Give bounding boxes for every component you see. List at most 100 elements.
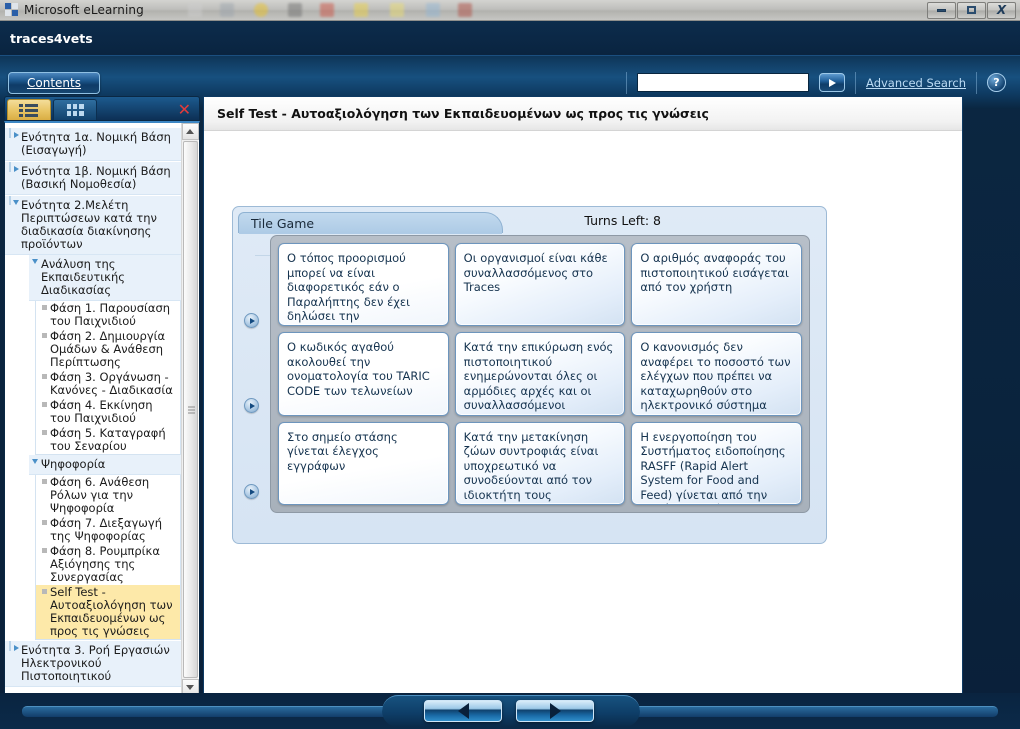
bullet-icon: [41, 430, 47, 435]
sidebar-item-label: Ενότητα 1β. Νομική Βάση (Βασική Νομοθεσί…: [21, 164, 171, 191]
grid-view-icon: [66, 104, 84, 116]
game-tile-1[interactable]: Ο τόπος προορισμού μπορεί να είναι διαφο…: [278, 243, 449, 327]
sidebar-item-13[interactable]: Φάση 8. Ρουμπρίκα Αξιόγησης της Συνεργασ…: [36, 544, 180, 585]
sidebar-item-label: Ψηφοφορία: [41, 457, 106, 471]
game-tile-text: Στο σημείο στάσης γίνεται έλεγχος εγγράφ…: [287, 429, 398, 473]
tree-marker: [38, 301, 50, 310]
tab-list-view[interactable]: [7, 99, 51, 120]
minimize-button[interactable]: [927, 1, 956, 19]
contents-button[interactable]: Contents: [8, 71, 100, 94]
game-tile-8[interactable]: Κατά την μετακίνηση ζώων συντροφιάς είνα…: [454, 421, 626, 505]
game-tile-2[interactable]: Οι οργανισμοί είναι κάθε συναλλασσόμενος…: [454, 243, 626, 327]
sidebar-item-1[interactable]: Ενότητα 1α. Νομική Βάση (Εισαγωγή): [5, 127, 181, 161]
advanced-search-link[interactable]: Advanced Search: [866, 76, 966, 90]
game-tile-5[interactable]: Κατά την επικύρωση ενός πιστοποιητικού ε…: [454, 332, 626, 416]
tree-marker: [38, 475, 50, 484]
game-tile-text: Ο τόπος προορισμού μπορεί να είναι διαφο…: [287, 251, 411, 325]
page-title: Self Test - Αυτοαξιολόγηση των Εκπαιδευο…: [217, 106, 709, 121]
nav-tab-strip: ✕: [4, 96, 200, 121]
sidebar-item-label: Self Test - Αυτοαξιολόγηση των Εκπαιδευο…: [50, 585, 173, 638]
play-arrow-icon: [828, 78, 836, 87]
toolbar-divider-2: [855, 71, 857, 94]
tree-marker: [9, 128, 21, 138]
content-body: Tile Game Turns Left: 8 Ο τόπος προορισμ…: [204, 131, 962, 711]
sidebar-item-8[interactable]: Φάση 4. Εκκίνηση του Παιχνιδιού: [36, 398, 180, 426]
sidebar-item-9[interactable]: Φάση 5. Καταγραφή του Σεναρίου: [36, 426, 180, 454]
sidebar-item-6[interactable]: Φάση 2. Δημιουργία Ομάδων & Ανάθεση Περί…: [36, 329, 180, 370]
bottom-navigation-bar: [0, 693, 1020, 729]
bullet-icon: [41, 305, 47, 310]
nav-close-button[interactable]: ✕: [178, 99, 191, 120]
sidebar-item-11[interactable]: Φάση 6. Ανάθεση Ρόλων για την Ψηφοφορία: [36, 475, 180, 516]
tree-marker: [38, 516, 50, 525]
caret-right-icon: [249, 402, 255, 409]
maximize-icon: [967, 6, 976, 14]
game-tile-4[interactable]: Ο κωδικός αγαθού ακολουθεί την ονοματολο…: [278, 332, 449, 416]
game-tile-text: Κατά την επικύρωση ενός πιστοποιητικού ε…: [463, 340, 614, 413]
scroll-up-icon: [186, 129, 194, 134]
search-input[interactable]: [637, 73, 810, 92]
game-tile-9[interactable]: Η ενεργοποίηση του Συστήματος ειδοποίηση…: [631, 421, 802, 505]
close-icon: X: [996, 3, 1007, 17]
app-tiles-icon: [5, 3, 19, 17]
tree-marker: [9, 196, 21, 205]
game-tile-3[interactable]: Ο αριθμός αναφοράς του πιστοποιητικού ει…: [631, 243, 802, 327]
sidebar-item-2[interactable]: Ενότητα 1β. Νομική Βάση (Βασική Νομοθεσί…: [5, 161, 181, 195]
next-page-button[interactable]: [516, 700, 594, 722]
nav-scrollbar[interactable]: [181, 123, 199, 696]
app-window: traces4vets Contents Advanced Search ? ✕…: [0, 21, 1020, 729]
arrow-right-icon: [549, 703, 561, 719]
chevron-right-icon: [13, 132, 19, 138]
game-tile-7[interactable]: Στο σημείο στάσης γίνεται έλεγχος εγγράφ…: [278, 421, 449, 505]
tree-marker: [38, 329, 50, 338]
game-tile-text: Κατά την μετακίνηση ζώων συντροφιάς είνα…: [463, 429, 599, 502]
tree-marker: [9, 641, 21, 651]
window-title: Microsoft eLearning: [24, 3, 144, 17]
tree-group: Φάση 1. Παρουσίαση του Παιχνιδιού Φάση 2.…: [35, 301, 181, 455]
tab-grid-view[interactable]: [53, 99, 97, 120]
row-button-bar: [244, 262, 260, 507]
search-go-button[interactable]: [819, 73, 846, 92]
row-play-button-2[interactable]: [244, 398, 259, 413]
list-view-icon: [19, 103, 39, 117]
game-tile-text: Ο κανονισμός δεν αναφέρει το ποσοστό των…: [640, 340, 791, 413]
chevron-right-icon: [13, 166, 19, 172]
bullet-icon: [41, 333, 47, 338]
tree-marker: [29, 255, 41, 264]
game-tile-6[interactable]: Ο κανονισμός δεν αναφέρει το ποσοστό των…: [631, 332, 802, 416]
navigation-tree-container: Ενότητα 1α. Νομική Βάση (Εισαγωγή) Ενότητ…: [4, 121, 200, 697]
previous-page-button[interactable]: [424, 700, 502, 722]
sidebar-item-14[interactable]: Self Test - Αυτοαξιολόγηση των Εκπαιδευο…: [36, 585, 180, 639]
sidebar-item-3[interactable]: Ενότητα 2.Μελέτη Περιπτώσεων κατά την δι…: [5, 195, 181, 255]
scroll-thumb[interactable]: [182, 141, 198, 678]
navigation-tree: Ενότητα 1α. Νομική Βάση (Εισαγωγή) Ενότητ…: [5, 123, 181, 696]
tile-game-tab: Tile Game: [238, 212, 503, 234]
os-titlebar: Microsoft eLearning X: [0, 0, 1020, 21]
maximize-button[interactable]: [957, 1, 986, 19]
scroll-up-button[interactable]: [181, 123, 199, 140]
help-button[interactable]: ?: [987, 73, 1006, 92]
chevron-down-icon: [32, 259, 38, 264]
contents-button-label: Contents: [27, 75, 81, 90]
tree-marker: [38, 370, 50, 379]
row-play-button-1[interactable]: [244, 313, 259, 328]
sidebar-item-4[interactable]: Ανάλυση της Εκπαιδευτικής Διαδικασίας: [29, 255, 181, 301]
tree-marker: [9, 162, 21, 172]
navigation-panel: ✕ Ενότητα 1α. Νομική Βάση (Εισαγωγή) Ενότ…: [4, 96, 200, 697]
turns-left-label: Turns Left:: [584, 213, 650, 228]
tree-marker: [38, 585, 50, 594]
bullet-icon: [41, 374, 47, 379]
sidebar-item-5[interactable]: Φάση 1. Παρουσίαση του Παιχνιδιού: [36, 301, 180, 329]
caret-right-icon: [249, 488, 255, 495]
bottom-rail-right: [610, 706, 998, 717]
tree-marker: [38, 544, 50, 553]
close-button[interactable]: X: [987, 1, 1016, 19]
sidebar-item-15[interactable]: Ενότητα 3. Ροή Εργασιών Ηλεκτρονικού Πισ…: [5, 640, 181, 687]
game-tile-text: Ο κωδικός αγαθού ακολουθεί την ονοματολο…: [287, 340, 430, 398]
sidebar-item-10[interactable]: Ψηφοφορία: [29, 455, 181, 475]
toolbar-right-group: Advanced Search ?: [626, 71, 1006, 94]
row-play-button-3[interactable]: [244, 484, 259, 499]
sidebar-item-label: Φάση 7. Διεξαγωγή της Ψηφοφορίας: [50, 516, 162, 543]
sidebar-item-12[interactable]: Φάση 7. Διεξαγωγή της Ψηφοφορίας: [36, 516, 180, 544]
sidebar-item-7[interactable]: Φάση 3. Οργάνωση - Κανόνες - Διαδικασία: [36, 370, 180, 398]
